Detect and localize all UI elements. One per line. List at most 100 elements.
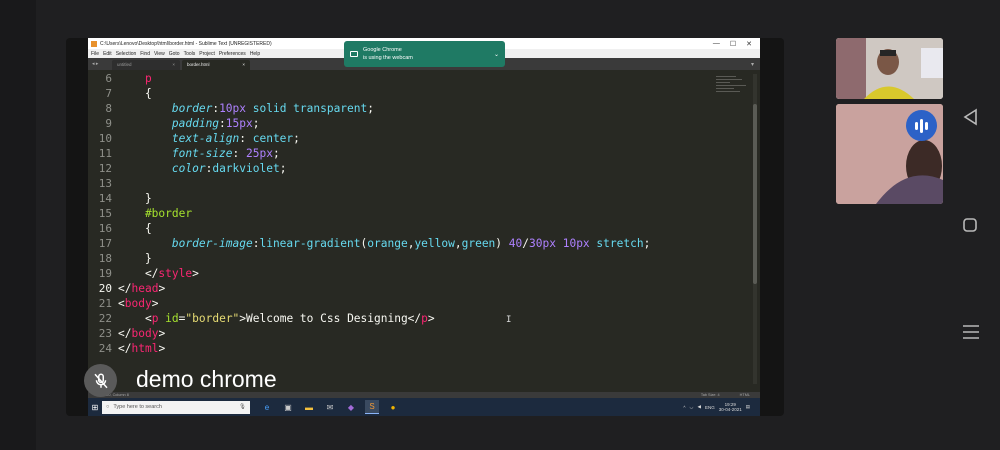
code-token: < (118, 312, 152, 325)
menu-selection[interactable]: Selection (116, 51, 137, 57)
line-number: 6 (105, 72, 112, 85)
menu-find[interactable]: Find (140, 51, 150, 57)
line-number: 22 (98, 312, 112, 325)
edge-icon[interactable]: e (260, 400, 274, 414)
menu-view[interactable]: View (154, 51, 165, 57)
scrollbar-thumb[interactable] (753, 104, 757, 284)
code-line[interactable]: </style> (118, 266, 199, 281)
code-line[interactable]: <p id="border">Welcome to Css Designing<… (118, 311, 435, 326)
tray-arrow-icon[interactable]: ^ (683, 405, 685, 410)
mic-off-icon (84, 364, 117, 397)
line-number: 9 (105, 117, 112, 130)
line-number: 10 (98, 132, 112, 145)
participant-video-tile[interactable] (836, 104, 943, 204)
code-token: > (158, 327, 166, 340)
tab-close-icon[interactable]: × (242, 62, 245, 68)
code-token: body (131, 327, 159, 340)
volume-icon[interactable]: ◀ (697, 404, 700, 410)
minimap[interactable] (716, 74, 750, 114)
code-token: head (131, 282, 159, 295)
menu-tools[interactable]: Tools (184, 51, 196, 57)
windows-start-icon[interactable]: ⊞ (88, 403, 102, 412)
minimize-button[interactable]: — (713, 40, 720, 48)
left-edge-strip (0, 0, 36, 450)
sublime-icon (91, 40, 97, 47)
code-token: id (158, 312, 179, 325)
close-button[interactable]: ✕ (746, 40, 752, 48)
menu-help[interactable]: Help (250, 51, 260, 57)
file-explorer-icon[interactable]: ▬ (302, 400, 316, 414)
recents-nav-icon[interactable] (962, 324, 980, 345)
code-token: : (219, 117, 226, 130)
network-icon[interactable]: ◡ (690, 404, 694, 410)
code-token: </ (118, 327, 132, 340)
code-token: ; (252, 117, 260, 130)
tab-dropdown-icon[interactable]: ▾ (751, 61, 760, 68)
tab-untitled[interactable]: untitled × (112, 60, 180, 70)
code-line[interactable]: padding:15px; (118, 116, 260, 131)
tab-close-icon[interactable]: × (172, 62, 175, 68)
tray-language[interactable]: ENG (705, 405, 715, 410)
code-token: 40 (508, 237, 523, 250)
code-line[interactable]: </body> (118, 326, 165, 341)
code-token: > (151, 297, 159, 310)
code-token: html (131, 342, 159, 355)
microphone-icon[interactable]: 🎙 (239, 404, 246, 410)
back-nav-icon[interactable] (962, 108, 978, 131)
visual-studio-icon[interactable]: ◆ (344, 400, 358, 414)
code-line[interactable]: border:10px solid transparent; (118, 101, 374, 116)
code-token: </ (118, 342, 132, 355)
code-line[interactable]: </head> (118, 281, 165, 296)
code-token: 25px (246, 147, 273, 160)
menu-file[interactable]: File (91, 51, 99, 57)
code-line[interactable]: { (118, 86, 152, 101)
menu-edit[interactable]: Edit (103, 51, 112, 57)
participant-video-tile[interactable] (836, 38, 943, 99)
code-line[interactable]: border-image:linear-gradient(orange,yell… (118, 236, 650, 251)
line-number: 16 (98, 222, 112, 235)
mail-icon[interactable]: ✉ (323, 400, 337, 414)
code-line[interactable]: } (118, 251, 152, 266)
code-token: text-align (171, 132, 240, 145)
code-token: 15px (225, 117, 253, 130)
code-line[interactable]: text-align: center; (118, 131, 300, 146)
code-line[interactable]: p (118, 71, 152, 86)
code-token: { (118, 87, 152, 100)
store-icon[interactable]: ▣ (281, 400, 295, 414)
sublime-text-icon[interactable]: S (365, 400, 379, 414)
line-number-gutter: 6 7 8 9 10 11 12 13 14 15 16 17 18 19 20 21 22 23 24 (88, 70, 118, 392)
screen-share-frame: C:\Users\Lenovo\Desktop\html\border.html… (66, 38, 784, 416)
chrome-webcam-notification[interactable]: Google Chrome is using the webcam ⌄ (344, 41, 505, 67)
code-line[interactable]: </html> (118, 341, 165, 356)
code-line[interactable]: #border (118, 206, 192, 221)
line-number: 20 (98, 282, 112, 295)
code-line[interactable]: } (118, 191, 152, 206)
tab-border-html[interactable]: border.html × (182, 60, 250, 70)
code-token: > (427, 312, 435, 325)
menu-project[interactable]: Project (199, 51, 215, 57)
meet-stage: C:\Users\Lenovo\Desktop\html\border.html… (0, 0, 1000, 450)
code-line[interactable]: <body> (118, 296, 158, 311)
code-token: } (118, 252, 152, 265)
syntax-mode[interactable]: HTML (740, 393, 750, 397)
taskbar-search-input[interactable]: ○ Type here to search 🎙 (102, 400, 250, 414)
notifications-icon[interactable]: ▤ (746, 404, 750, 410)
code-editor[interactable]: 6 7 8 9 10 11 12 13 14 15 16 17 18 19 20 21 22 23 24 p { b… (88, 70, 760, 392)
menu-goto[interactable]: Goto (169, 51, 180, 57)
code-line[interactable]: color:darkviolet; (118, 161, 287, 176)
tab-size[interactable]: Tab Size: 4 (701, 393, 720, 397)
taskbar-clock[interactable]: 19:29 30-04-2021 (719, 402, 742, 412)
menu-preferences[interactable]: Preferences (219, 51, 246, 57)
chrome-icon[interactable]: ● (386, 400, 400, 414)
code-token: style (158, 267, 193, 280)
code-line[interactable]: { (118, 221, 152, 236)
chevron-down-icon[interactable]: ⌄ (494, 51, 499, 58)
vertical-scrollbar[interactable] (753, 74, 757, 384)
home-nav-icon[interactable] (962, 217, 978, 238)
tab-nav-arrows-icon[interactable]: ◂ ▸ (88, 61, 112, 67)
code-token: linear-gradient (259, 237, 361, 250)
code-line[interactable]: font-size: 25px; (118, 146, 280, 161)
code-token: ; (643, 237, 651, 250)
code-token: body (124, 297, 152, 310)
maximize-button[interactable]: ☐ (730, 40, 736, 48)
